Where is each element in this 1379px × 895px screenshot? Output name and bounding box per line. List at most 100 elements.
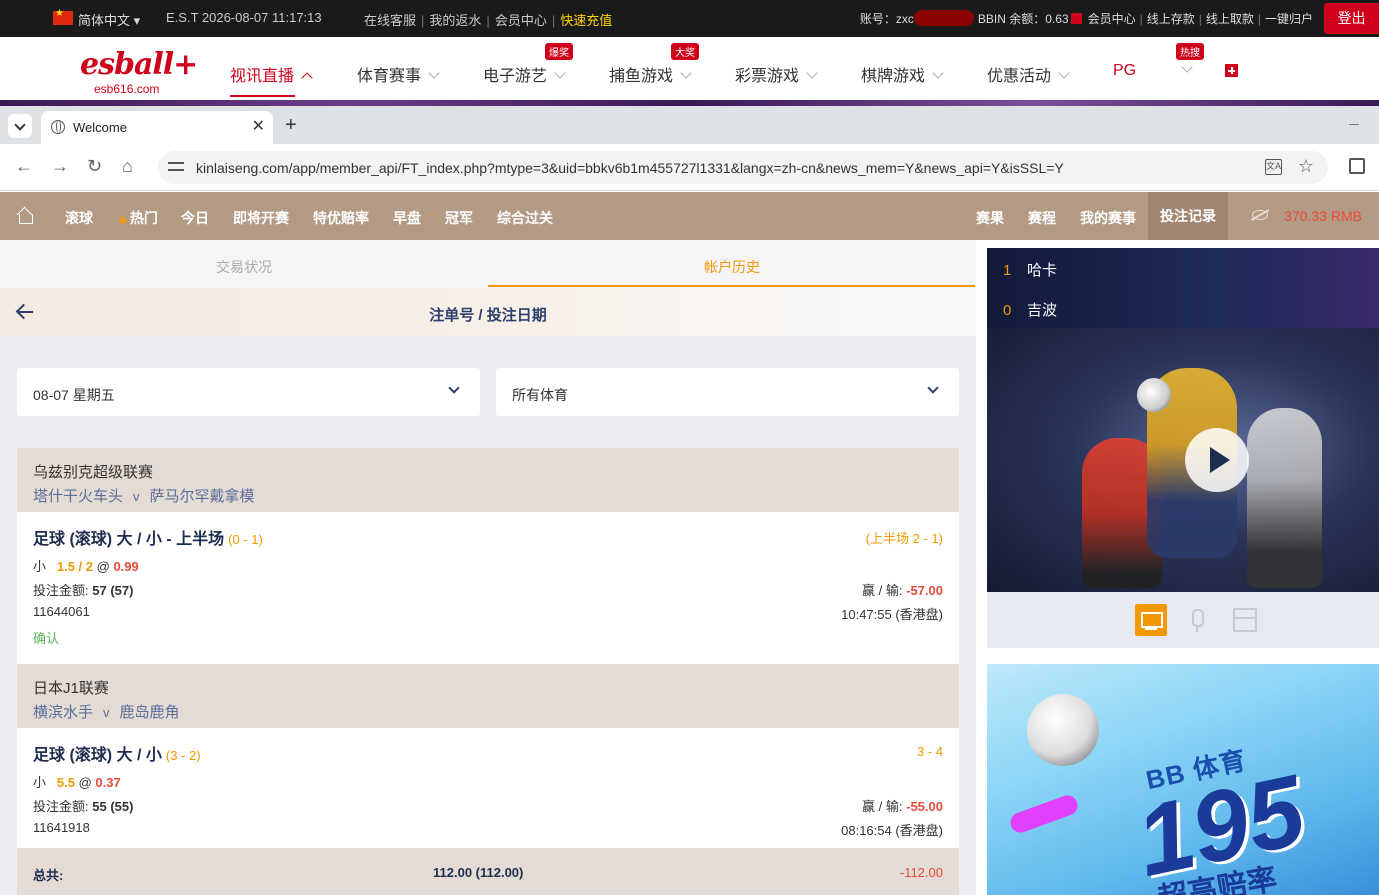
sb-early[interactable]: 早盘 <box>393 208 421 228</box>
chevron-down-icon <box>806 67 818 79</box>
home-icon[interactable]: ⌂ <box>122 156 133 176</box>
total-win-loss: -112.00 <box>899 865 943 880</box>
active-tab-indicator <box>488 285 975 287</box>
link-member-center[interactable]: 会员中心 <box>495 13 547 28</box>
date-select-value: 08-07 星期五 <box>33 387 115 403</box>
bet-card: 日本J1联赛 横滨水手 v 鹿岛鹿角 足球 (滚球) 大 / 小 (3 - 2) 3 … <box>17 664 959 848</box>
play-icon[interactable] <box>1185 428 1249 492</box>
sb-today[interactable]: 今日 <box>181 208 209 228</box>
bet-result-score: 3 - 4 <box>916 744 943 759</box>
tv-icon[interactable] <box>1135 604 1167 636</box>
chevron-down-icon <box>448 382 460 394</box>
badge-jackpot: 爆奖 <box>545 43 573 60</box>
chevron-down-icon <box>932 67 944 79</box>
flame-icon: ▲ <box>116 210 130 226</box>
nav-promotions[interactable]: 优惠活动 <box>987 62 1070 86</box>
chevron-down-icon <box>680 67 692 79</box>
home-icon[interactable] <box>17 208 33 224</box>
microphone-icon[interactable] <box>1181 604 1213 636</box>
browser-tab-bar: Welcome ✕ + <box>0 106 1379 144</box>
link-quick-topup[interactable]: 快速充值 <box>560 13 612 28</box>
total-label: 总共: <box>33 868 64 883</box>
link-consolidate[interactable]: 一键归户 <box>1265 12 1313 26</box>
extensions-icon[interactable] <box>1349 158 1365 174</box>
reload-icon[interactable]: ↻ <box>87 156 102 176</box>
sb-special-odds[interactable]: 特优赔率 <box>313 208 369 228</box>
tab-search-button[interactable] <box>8 114 32 138</box>
account-label: 账号：zxc <box>859 12 914 26</box>
sb-parlay[interactable]: 综合过关 <box>497 208 553 228</box>
bet-stake: 投注金额: 55 (55) <box>33 799 134 814</box>
back-icon[interactable]: ← <box>15 156 33 176</box>
sb-my-events[interactable]: 我的赛事 <box>1080 208 1136 228</box>
language-selector[interactable]: 简体中文 ▾ <box>78 10 140 29</box>
nav-lottery[interactable]: 彩票游戏 <box>735 62 818 86</box>
link-online-support[interactable]: 在线客服 <box>364 13 416 28</box>
nav-hot-search[interactable] <box>1174 61 1193 80</box>
browser-tab[interactable]: Welcome ✕ <box>41 111 273 144</box>
logo-domain: esb616.com <box>94 82 160 96</box>
account-info: 账号：zxc BBIN 余额：0.63 会员中心 | 线上存款 | 线上取款 | 一键归户 <box>859 10 1313 26</box>
total-amount: 112.00 (112.00) <box>433 865 524 880</box>
china-flag-icon[interactable] <box>53 8 73 25</box>
main-content: 交易状况 帐户历史 注单号 / 投注日期 08-07 星期五 所有体育 乌兹别克… <box>0 240 976 895</box>
close-icon[interactable]: ✕ <box>252 116 265 136</box>
url-text[interactable]: kinlaiseng.com/app/member_api/FT_index.p… <box>196 160 1064 176</box>
tab-transaction-status[interactable]: 交易状况 <box>0 257 488 277</box>
sport-select[interactable]: 所有体育 <box>496 368 959 416</box>
sb-in-play[interactable]: 滚球 <box>65 208 93 228</box>
sb-bet-history[interactable]: 投注记录 <box>1148 192 1228 240</box>
site-info-icon[interactable] <box>168 160 184 174</box>
link-member-center-2[interactable]: 会员中心 <box>1088 12 1136 26</box>
sb-outright[interactable]: 冠军 <box>445 208 473 228</box>
bet-win-loss: 赢 / 输: -55.00 <box>862 799 943 814</box>
league-name: 日本J1联赛 <box>33 680 109 697</box>
tab-account-history[interactable]: 帐户历史 <box>488 257 976 277</box>
minimize-button[interactable] <box>1349 124 1359 125</box>
live-video-player[interactable] <box>987 328 1379 592</box>
nav-pg[interactable]: PG <box>1113 62 1136 80</box>
league-name: 乌兹别克超级联赛 <box>33 464 154 481</box>
live-score-box[interactable]: 1 哈卡 0 吉波 <box>987 248 1379 328</box>
page-title-bar: 注单号 / 投注日期 <box>0 288 976 336</box>
sb-results[interactable]: 赛果 <box>976 208 1004 228</box>
nav-chess[interactable]: 棋牌游戏 <box>861 62 944 86</box>
est-clock: E.S.T 2026-08-07 11:17:13 <box>166 10 322 25</box>
bet-card: 乌兹别克超级联赛 塔什干火车头 v 萨马尔罕戴拿模 足球 (滚球) 大 / 小 - … <box>17 448 959 664</box>
bet-win-loss: 赢 / 输: -57.00 <box>862 583 943 598</box>
promo-banner[interactable]: BB 体育 195 超高赔率 <box>987 664 1379 895</box>
translate-icon[interactable]: 文A <box>1265 159 1282 175</box>
chevron-down-icon <box>1058 67 1070 79</box>
total-row: 总共: 112.00 (112.00) -112.00 <box>17 848 959 895</box>
nav-slots[interactable]: 电子游艺 <box>483 62 566 86</box>
forward-icon[interactable]: → <box>51 156 69 176</box>
bet-result-score: (上半场 2 - 1) <box>865 531 943 546</box>
sb-hot[interactable]: ▲热门 <box>116 208 158 228</box>
refresh-icon[interactable] <box>1070 13 1082 24</box>
sb-schedule[interactable]: 赛程 <box>1028 208 1056 228</box>
account-mask <box>913 10 974 26</box>
nav-fishing[interactable]: 捕鱼游戏 <box>609 62 692 86</box>
nav-live-casino[interactable]: 视讯直播 <box>230 62 313 97</box>
date-select[interactable]: 08-07 星期五 <box>17 368 480 416</box>
url-omnibox[interactable]: kinlaiseng.com/app/member_api/FT_index.p… <box>158 151 1328 184</box>
link-my-rebate[interactable]: 我的返水 <box>429 13 481 28</box>
bet-header: 日本J1联赛 横滨水手 v 鹿岛鹿角 <box>17 664 959 728</box>
esball-logo[interactable]: esball+ esb616.com <box>80 50 198 97</box>
plus-icon[interactable] <box>1225 64 1238 77</box>
link-withdraw[interactable]: 线上取款 <box>1206 12 1254 26</box>
new-tab-button[interactable]: + <box>285 114 297 137</box>
right-panel: 1 哈卡 0 吉波 BB 体育 195 超高赔率 <box>976 240 1379 895</box>
chevron-down-icon <box>927 382 939 394</box>
logout-button[interactable]: 登出 <box>1324 3 1379 34</box>
chevron-down-icon <box>554 67 566 79</box>
nav-sports[interactable]: 体育赛事 <box>357 62 440 86</box>
sportsbook-nav: 滚球 ▲热门 今日 即将开赛 特优赔率 早盘 冠军 综合过关 赛果 赛程 我的赛… <box>0 192 1379 240</box>
bookmark-star-icon[interactable]: ☆ <box>1298 156 1314 177</box>
hide-balance-icon[interactable] <box>1252 210 1268 220</box>
match-teams: 横滨水手 v 鹿岛鹿角 <box>33 704 180 721</box>
sb-starting-soon[interactable]: 即将开赛 <box>233 208 289 228</box>
site-nav: esball+ esb616.com 视讯直播 体育赛事 电子游艺 爆奖 捕鱼游… <box>0 42 1379 100</box>
field-layout-icon[interactable] <box>1229 604 1261 636</box>
link-deposit[interactable]: 线上存款 <box>1147 12 1195 26</box>
